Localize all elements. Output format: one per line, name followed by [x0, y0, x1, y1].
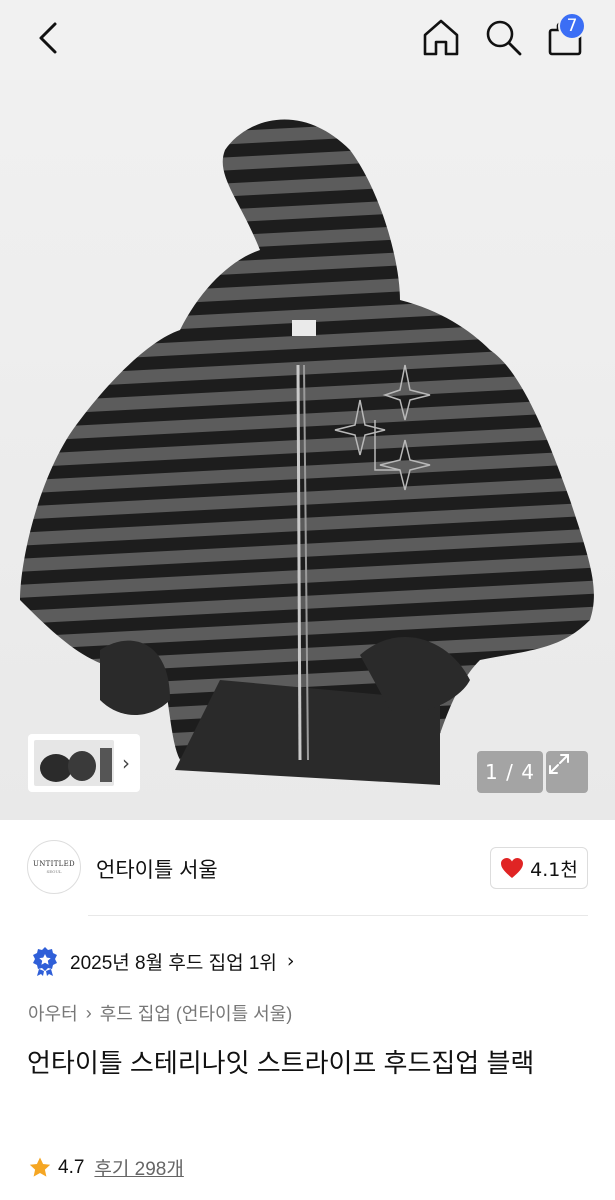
- home-icon: [423, 19, 459, 56]
- rating-row[interactable]: 4.7 후기 298개: [28, 1154, 184, 1181]
- chevron-right-icon: ›: [286, 950, 295, 972]
- expand-icon: [549, 754, 569, 774]
- chevron-right-icon: ›: [85, 1002, 92, 1023]
- image-counter: 1 / 4: [477, 751, 543, 793]
- breadcrumb: 아우터 › 후드 집업 (언타이틀 서울): [28, 1000, 292, 1026]
- search-icon: [486, 20, 522, 56]
- product-title: 언타이틀 스테리나잇 스트라이프 후드집업 블랙: [27, 1048, 535, 1078]
- thumbnail-strip[interactable]: ›: [28, 734, 140, 792]
- home-button[interactable]: [420, 16, 462, 58]
- back-button[interactable]: [30, 18, 66, 58]
- hoodie-illustration: [20, 119, 594, 785]
- shop-logo-subtext: SEOUL: [46, 869, 62, 874]
- shop-logo[interactable]: UNTITLED SEOUL: [27, 840, 81, 894]
- divider: [88, 915, 588, 916]
- breadcrumb-category[interactable]: 아우터: [28, 1000, 78, 1026]
- thumbnail-image[interactable]: [34, 740, 114, 786]
- ranking-link[interactable]: 2025년 8월 후드 집업 1위 ›: [30, 944, 295, 978]
- search-button[interactable]: [482, 16, 524, 58]
- shop-row[interactable]: UNTITLED SEOUL 언타이틀 서울 4.1천: [0, 836, 615, 902]
- back-arrow-icon: [39, 22, 57, 54]
- ranking-medal-icon: [33, 947, 57, 976]
- shop-name[interactable]: 언타이틀 서울: [96, 854, 218, 884]
- product-image[interactable]: › 1 / 4: [0, 0, 615, 820]
- shop-logo-text: UNTITLED: [33, 860, 75, 868]
- like-count: 4.1천: [530, 858, 578, 881]
- breadcrumb-subcategory[interactable]: 후드 집업 (언타이틀 서울): [100, 1000, 293, 1026]
- ranking-text: 2025년 8월 후드 집업 1위: [70, 952, 277, 974]
- rating-score: 4.7: [58, 1156, 85, 1178]
- star-icon: [29, 1157, 51, 1177]
- heart-icon: [501, 858, 524, 878]
- review-count-link[interactable]: 후기 298개: [94, 1154, 183, 1181]
- cart-count-badge: 7: [558, 12, 586, 40]
- chevron-right-icon[interactable]: ›: [122, 751, 130, 775]
- expand-button[interactable]: [546, 751, 588, 793]
- top-nav-bar: 7: [0, 0, 615, 80]
- like-button[interactable]: 4.1천: [490, 847, 588, 889]
